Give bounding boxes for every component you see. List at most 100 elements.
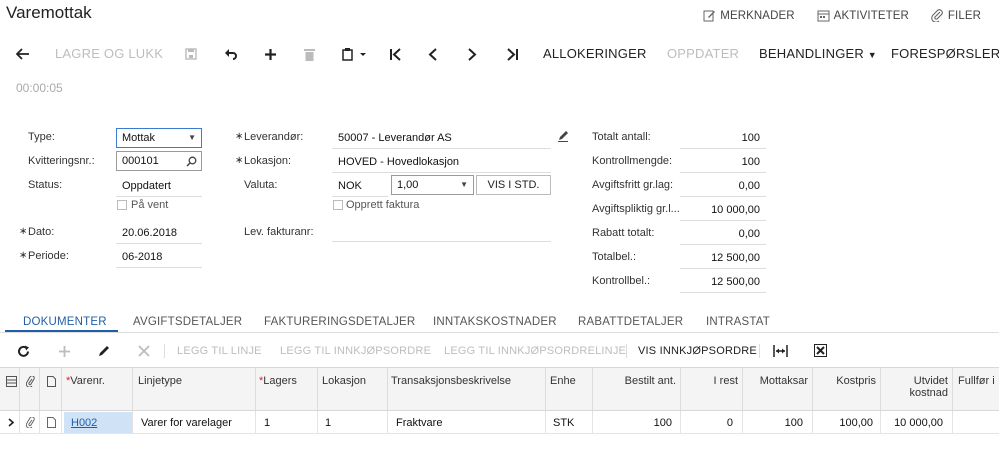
open-qty-cell[interactable]: 0 [684,417,733,429]
control-amount-label: Kontrollbel.: [592,275,651,287]
line-type-cell[interactable]: Varer for varelager [141,417,232,429]
vendor-value[interactable]: 50007 - Leverandør AS [338,132,452,144]
uom-cell[interactable]: STK [553,417,574,429]
column-header-ext-cost[interactable]: Utvidet kostnad [884,375,948,399]
ext-cost-cell[interactable]: 10 000,00 [884,417,943,429]
column-header-location[interactable]: Lokasjon [322,375,366,387]
tab-intrastat[interactable]: INTRASTAT [706,316,770,328]
column-header-uom[interactable]: Enhe [550,375,576,387]
tax-exempt-value: 0,00 [738,180,760,192]
delete-row-icon[interactable] [138,345,150,357]
column-header-cost[interactable]: Kostpris [816,375,876,387]
on-hold-checkbox[interactable] [117,200,127,210]
column-divider [61,368,62,412]
cost-cell[interactable]: 100,00 [816,417,873,429]
tab-documents[interactable]: DOKUMENTER [23,316,107,328]
location-value[interactable]: HOVED - Hovedlokasjon [338,156,459,168]
note-icon[interactable] [47,417,56,428]
edit-icon[interactable] [97,345,110,358]
view-base-currency-button[interactable]: VIS I STD. [476,175,551,195]
back-icon[interactable] [14,42,32,66]
item-number-link[interactable]: H002 [71,417,97,429]
undo-icon[interactable] [222,42,240,66]
column-divider [680,368,681,412]
column-header-line-type[interactable]: Linjetype [138,375,182,387]
column-header-description[interactable]: Transaksjonsbeskrivelse [391,375,511,387]
currency-rate-field[interactable]: 1,00 ▼ [391,175,474,195]
update-button[interactable]: OPPDATER [667,46,739,61]
column-divider [545,368,546,412]
column-header-ordered[interactable]: Bestilt ant. [596,375,676,387]
table-row[interactable]: H002 Varer for varelager 1 1 Fraktvare S… [0,412,999,434]
save-close-button[interactable]: LAGRE OG LUKK [55,46,163,61]
tax-exempt-underline [680,196,766,197]
tab-landed-costs[interactable]: INNTAKSKOSTNADER [433,316,557,328]
inquiries-menu[interactable]: FORESPØRSLER [891,46,999,61]
column-header-warehouse-label: Lagers [263,375,297,387]
view-po-button[interactable]: VIS INNKJØPSORDRE [638,345,757,357]
last-record-icon[interactable] [503,42,521,66]
type-select[interactable]: Mottak ▼ [116,128,202,148]
vendor-label: Leverandør: [235,131,303,143]
tab-discount-details[interactable]: RABATTDETALJER [578,316,683,328]
discount-total-value: 0,00 [738,228,760,240]
warehouse-cell[interactable]: 1 [264,417,270,429]
save-icon[interactable] [183,42,199,66]
status-underline [116,196,202,197]
delete-icon[interactable] [301,42,317,66]
column-header-open[interactable]: I rest [684,375,738,387]
search-icon[interactable] [186,156,197,167]
attachment-icon[interactable] [26,417,35,428]
create-invoice-checkbox[interactable] [333,200,343,210]
receipt-number-field[interactable]: 000101 [116,151,202,171]
add-line-button[interactable]: LEGG TIL LINJE [177,345,262,357]
total-qty-value: 100 [741,132,760,144]
copy-paste-icon[interactable] [339,42,371,66]
files-link[interactable]: FILER [931,9,981,22]
first-record-icon[interactable] [386,42,404,66]
allocations-button[interactable]: ALLOKERINGER [543,46,647,61]
add-po-button[interactable]: LEGG TIL INNKJØPSORDRE [280,345,431,357]
ordered-qty-cell[interactable]: 100 [596,417,672,429]
total-qty-underline [680,148,766,149]
location-underline [332,172,551,173]
column-divider [387,368,388,412]
date-value[interactable]: 20.06.2018 [122,227,177,239]
currency-code[interactable]: NOK [338,180,362,192]
column-header-received[interactable]: Mottaksar [746,375,808,387]
notes-link[interactable]: MERKNADER [703,9,795,22]
total-amount-label: Totalbel.: [592,251,637,263]
row-divider [545,412,546,434]
add-icon[interactable] [262,42,278,66]
chevron-down-icon: ▼ [867,50,877,60]
column-header-item[interactable]: *Varenr. [66,375,105,387]
column-header-complete[interactable]: Fullfør i [958,375,995,387]
next-record-icon[interactable] [464,42,480,66]
column-divider [132,368,133,412]
column-header-warehouse[interactable]: *Lagers [259,375,297,387]
received-qty-cell[interactable]: 100 [746,417,803,429]
fit-columns-icon[interactable] [773,345,788,357]
tab-tax-details[interactable]: AVGIFTSDETALJER [133,316,242,328]
activities-link-label: AKTIVITETER [833,9,909,22]
tab-billing-details[interactable]: FAKTURERINGSDETALJER [264,316,415,328]
period-value[interactable]: 06-2018 [122,251,162,263]
taxable-underline [680,220,766,221]
edit-pencil-icon[interactable] [557,130,569,142]
control-amount-value[interactable]: 12 500,00 [680,276,760,288]
add-row-icon[interactable] [58,345,71,358]
previous-record-icon[interactable] [425,42,441,66]
excel-export-icon[interactable] [814,344,827,357]
actions-menu[interactable]: BEHANDLINGER ▼ [759,46,877,61]
refresh-icon[interactable] [17,345,30,358]
location-cell[interactable]: 1 [325,417,331,429]
activities-link[interactable]: AKTIVITETER [817,9,909,22]
add-po-line-button[interactable]: LEGG TIL INNKJØPSORDRELINJE [444,345,626,357]
toolbar-separator [759,344,760,358]
control-qty-value[interactable]: 100 [680,156,760,168]
description-cell[interactable]: Fraktvare [396,417,442,429]
type-label: Type: [28,131,55,143]
grid-toolbar: LEGG TIL LINJE LEGG TIL INNKJØPSORDRE LE… [0,338,999,364]
notes-link-label: MERKNADER [720,9,795,22]
vendor-invoice-label: Lev. fakturanr: [244,226,314,238]
